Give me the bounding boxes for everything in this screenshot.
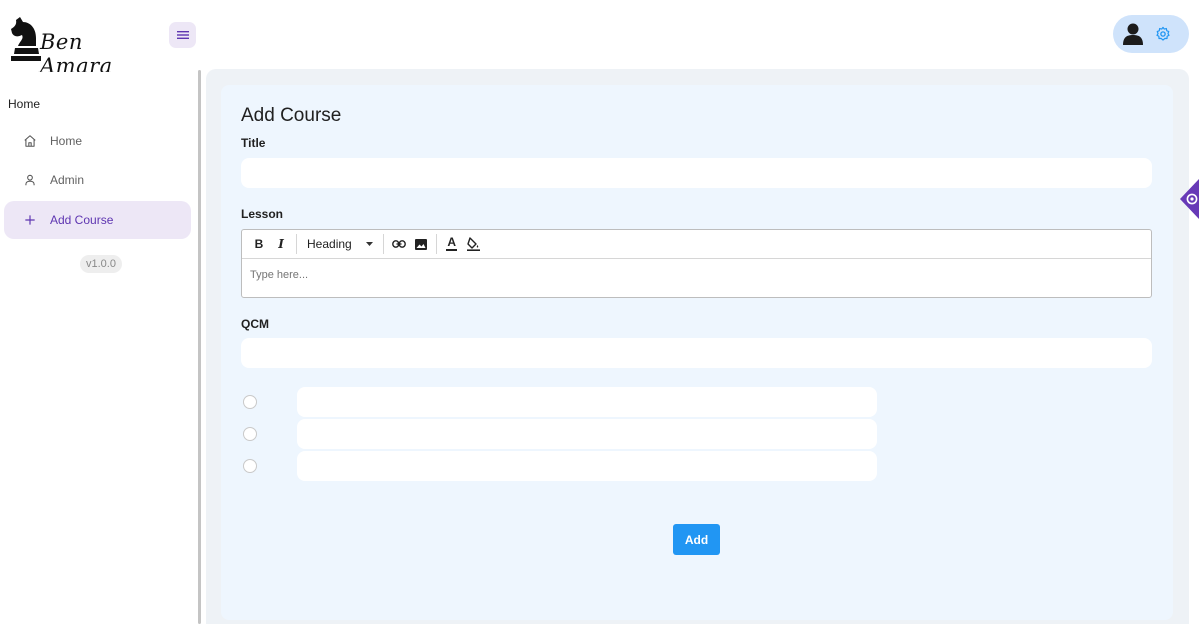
app-header: Ben Amara [0,0,1199,78]
option-input-2[interactable] [297,419,877,449]
brand-logo[interactable]: Ben Amara [8,16,148,78]
customize-drawer-tab[interactable] [1180,174,1199,224]
hamburger-icon [176,31,189,39]
knight-logo-icon [11,17,41,61]
fill-bucket-icon [467,237,481,251]
link-button[interactable] [388,230,410,259]
qcm-question-input[interactable] [241,338,1152,368]
profile-menu-button[interactable] [1113,15,1189,53]
page-title: Add Course [241,105,342,126]
user-icon [22,172,38,188]
home-icon [22,133,38,149]
sidebar-scrollbar[interactable] [198,70,201,624]
sidebar-item-home[interactable]: Home [4,122,191,160]
highlight-color-button[interactable] [463,230,485,259]
gear-icon [1156,26,1170,41]
caret-down-icon [365,242,373,246]
version-badge: v1.0.0 [80,255,122,273]
brand-name: Ben Amara [40,30,113,78]
sidebar-caption: Home [8,97,41,111]
heading-select-label: Heading [307,237,352,251]
lesson-editor: B I Heading A Type here... [241,229,1152,298]
font-color-button[interactable]: A [441,230,463,259]
lesson-label: Lesson [241,207,284,221]
toolbar-divider [296,234,297,254]
sidebar-item-add-course[interactable]: Add Course [4,201,191,239]
add-button[interactable]: Add [673,524,720,555]
editor-content[interactable]: Type here... [242,259,1151,291]
toolbar-divider [435,234,437,254]
link-icon [391,240,406,248]
plus-icon [22,212,38,228]
italic-button[interactable]: I [270,230,292,259]
toolbar-divider [382,234,384,254]
bold-button[interactable]: B [248,230,270,259]
font-color-icon: A [447,235,457,249]
editor-toolbar: B I Heading A [242,230,1151,259]
sidebar-item-admin[interactable]: Admin [4,161,191,199]
option-radio-3[interactable] [243,459,257,473]
option-input-3[interactable] [297,451,877,481]
font-color-swatch [446,249,458,251]
heading-select[interactable]: Heading [301,230,379,259]
option-radio-1[interactable] [243,395,257,409]
sidebar-item-label: Admin [50,173,85,187]
sidebar: Home Home Admin Add Course v1.0.0 [0,72,198,624]
sidebar-item-label: Home [50,134,83,148]
option-radio-2[interactable] [243,427,257,441]
image-button[interactable] [410,230,432,259]
menu-toggle-button[interactable] [169,22,196,48]
avatar-icon [1123,23,1143,45]
option-input-1[interactable] [297,387,877,417]
sidebar-item-label: Add Course [50,213,114,227]
title-label: Title [241,136,266,150]
title-input[interactable] [241,158,1152,188]
qcm-label: QCM [241,317,269,331]
image-icon [414,238,427,250]
